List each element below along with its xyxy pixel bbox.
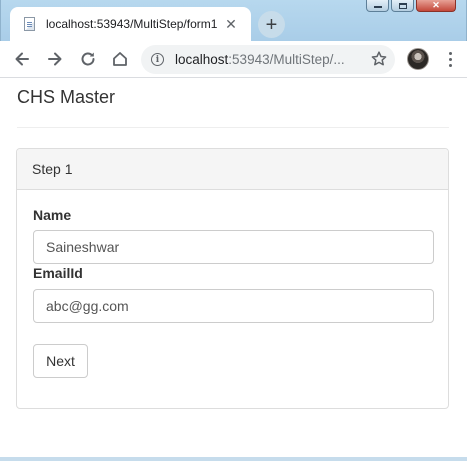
reload-icon xyxy=(81,52,95,66)
email-label: EmailId xyxy=(33,265,83,281)
name-label: Name xyxy=(33,207,72,223)
tab-title: localhost:53943/MultiStep/form1 xyxy=(46,17,218,31)
arrow-right-icon xyxy=(48,52,62,66)
window-bottom-edge xyxy=(0,457,467,461)
profile-avatar[interactable] xyxy=(407,48,429,70)
browser-toolbar: i localhost:53943/MultiStep/... xyxy=(0,41,467,78)
close-icon: ✕ xyxy=(432,0,440,10)
address-bar[interactable]: i localhost:53943/MultiStep/... xyxy=(141,45,395,74)
brand-title: CHS Master xyxy=(17,87,116,107)
name-field[interactable] xyxy=(33,230,434,264)
maximize-button[interactable] xyxy=(391,0,414,12)
browser-menu-icon[interactable] xyxy=(441,50,459,68)
tab-strip: ✕ localhost:53943/MultiStep/form1 ✕ + xyxy=(0,0,467,41)
back-button[interactable] xyxy=(10,47,34,71)
home-icon xyxy=(113,52,127,66)
url-path: :53943/MultiStep/... xyxy=(228,52,345,67)
url-host: localhost xyxy=(175,52,229,67)
window-close-button[interactable]: ✕ xyxy=(416,0,456,12)
site-info-icon[interactable]: i xyxy=(151,53,164,66)
url-text[interactable]: localhost:53943/MultiStep/... xyxy=(175,52,345,67)
page-favicon-icon xyxy=(24,17,35,31)
email-field[interactable] xyxy=(33,289,434,323)
forward-button[interactable] xyxy=(43,47,67,71)
panel-heading: Step 1 xyxy=(17,149,448,190)
header-divider xyxy=(17,127,449,128)
home-button[interactable] xyxy=(108,47,132,71)
maximize-icon xyxy=(398,2,407,9)
bookmark-star-icon[interactable] xyxy=(369,49,389,69)
browser-tab[interactable]: localhost:53943/MultiStep/form1 ✕ xyxy=(10,7,251,41)
new-tab-button[interactable]: + xyxy=(258,11,285,38)
reload-button[interactable] xyxy=(76,47,100,71)
arrow-left-icon xyxy=(15,52,29,66)
tab-close-icon[interactable]: ✕ xyxy=(223,16,239,32)
minimize-icon xyxy=(373,6,382,8)
next-button[interactable]: Next xyxy=(33,344,88,378)
step-panel: Step 1 Name EmailId Next xyxy=(16,148,449,409)
minimize-button[interactable] xyxy=(366,0,389,12)
page-content: CHS Master Step 1 Name EmailId Next xyxy=(0,78,467,461)
